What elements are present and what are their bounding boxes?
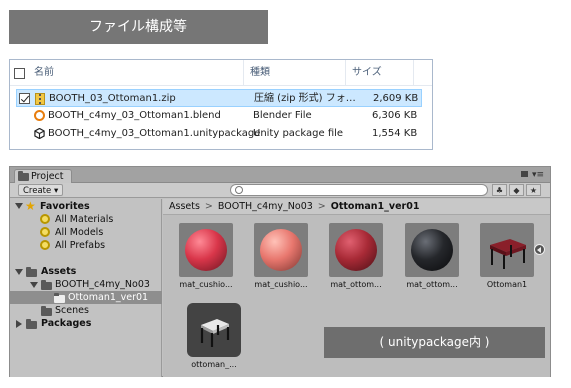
- tree-all-prefabs[interactable]: All Prefabs: [55, 239, 105, 252]
- tree-packages[interactable]: Packages: [41, 317, 91, 330]
- row-checkbox[interactable]: [19, 93, 30, 104]
- column-header-type[interactable]: 種類: [244, 60, 346, 86]
- search-icon: [235, 186, 243, 194]
- asset-thumbnail: [254, 223, 308, 277]
- lock-icon[interactable]: [521, 171, 528, 177]
- file-type: 圧縮 (zip 形式) フォ…: [254, 93, 356, 104]
- asset-material[interactable]: mat_cushio...: [175, 223, 237, 289]
- blender-icon: [34, 110, 45, 121]
- asset-label: mat_cushio...: [179, 280, 233, 289]
- expand-arrow-icon[interactable]: [15, 269, 23, 275]
- folder-tree: ★ Favorites All Materials All Models All…: [10, 199, 162, 377]
- window-menu-icon[interactable]: ▾≡: [532, 170, 544, 180]
- file-name: BOOTH_03_Ottoman1.zip: [49, 93, 176, 104]
- breadcrumb-separator: >: [317, 201, 326, 212]
- expand-prefab-icon[interactable]: [534, 244, 545, 255]
- material-sphere-icon: [185, 229, 227, 271]
- file-size: 2,609 KB: [373, 93, 419, 104]
- save-search-button[interactable]: ★: [526, 184, 541, 196]
- asset-material[interactable]: mat_ottom...: [325, 223, 387, 289]
- unitypackage-note: ( unitypackage内 ): [324, 327, 545, 358]
- breadcrumb-separator: >: [204, 201, 213, 212]
- asset-label: mat_ottom...: [406, 280, 458, 289]
- create-button[interactable]: Create ▾: [18, 184, 64, 196]
- column-header-size[interactable]: サイズ: [346, 60, 414, 86]
- tree-all-models[interactable]: All Models: [55, 226, 103, 239]
- tab-bar: Project ▾≡: [10, 167, 550, 183]
- file-name: BOOTH_c4my_03_Ottoman1.unitypackage: [48, 128, 261, 139]
- file-type: Blender File: [253, 110, 312, 121]
- column-header-row: 名前 種類 サイズ: [10, 60, 432, 86]
- tree-all-materials[interactable]: All Materials: [55, 213, 113, 226]
- breadcrumb-current[interactable]: Ottoman1_ver01: [331, 201, 420, 212]
- project-toolbar: Create ▾ ♣ ◆ ★: [10, 183, 550, 198]
- search-by-type-button[interactable]: ♣: [492, 184, 507, 196]
- tree-assets[interactable]: Assets: [41, 265, 76, 278]
- asset-thumbnail: [187, 303, 241, 357]
- asset-thumbnail: [405, 223, 459, 277]
- asset-label: mat_ottom...: [330, 280, 382, 289]
- file-row[interactable]: BOOTH_03_Ottoman1.zip 圧縮 (zip 形式) フォ… 2,…: [16, 89, 422, 107]
- search-folder-icon: [40, 214, 50, 224]
- column-header-name[interactable]: 名前: [28, 60, 244, 86]
- expand-arrow-icon[interactable]: [16, 320, 22, 328]
- asset-thumbnail: [329, 223, 383, 277]
- tree-booth-folder[interactable]: BOOTH_c4my_No03: [55, 278, 150, 291]
- section-title-banner: ファイル構成等: [9, 10, 268, 44]
- search-folder-icon: [40, 240, 50, 250]
- asset-label: mat_cushio...: [254, 280, 308, 289]
- ottoman-mesh-icon: [200, 319, 230, 347]
- folder-icon: [26, 319, 37, 329]
- tree-ottoman-folder[interactable]: Ottoman1_ver01: [68, 291, 148, 304]
- star-icon: ★: [25, 199, 36, 213]
- asset-label: ottoman_...: [191, 360, 237, 369]
- tree-scenes[interactable]: Scenes: [55, 304, 89, 317]
- zip-folder-icon: [35, 93, 45, 105]
- file-size: 6,306 KB: [372, 110, 418, 121]
- search-folder-icon: [40, 227, 50, 237]
- asset-prefab[interactable]: Ottoman1: [476, 223, 538, 289]
- file-name: BOOTH_c4my_03_Ottoman1.blend: [48, 110, 221, 121]
- asset-material[interactable]: mat_ottom...: [401, 223, 463, 289]
- folder-icon: [26, 267, 37, 277]
- tab-label: Project: [31, 171, 64, 182]
- asset-thumbnail: [480, 223, 534, 277]
- file-size: 1,554 KB: [372, 128, 418, 139]
- file-explorer-list: 名前 種類 サイズ BOOTH_03_Ottoman1.zip 圧縮 (zip …: [9, 59, 433, 150]
- expand-arrow-icon[interactable]: [15, 203, 23, 209]
- folder-icon: [41, 280, 52, 290]
- search-by-label-button[interactable]: ◆: [509, 184, 524, 196]
- folder-icon: [41, 306, 52, 316]
- file-type: Unity package file: [253, 128, 344, 139]
- select-all-checkbox[interactable]: [14, 68, 25, 79]
- asset-thumbnail: [179, 223, 233, 277]
- unity-icon: [34, 128, 45, 139]
- breadcrumb-assets[interactable]: Assets: [169, 201, 200, 212]
- tab-project[interactable]: Project: [14, 169, 72, 183]
- ottoman-model-icon: [490, 239, 526, 269]
- file-row[interactable]: BOOTH_c4my_03_Ottoman1.blend Blender Fil…: [16, 107, 422, 125]
- folder-icon: [18, 171, 29, 181]
- search-input[interactable]: [230, 184, 488, 196]
- breadcrumb: Assets > BOOTH_c4my_No03 > Ottoman1_ver01: [163, 199, 550, 215]
- tree-favorites[interactable]: Favorites: [40, 200, 90, 213]
- asset-model[interactable]: ottoman_...: [183, 303, 245, 369]
- material-sphere-icon: [411, 229, 453, 271]
- asset-material[interactable]: mat_cushio...: [250, 223, 312, 289]
- material-sphere-icon: [260, 229, 302, 271]
- expand-arrow-icon[interactable]: [30, 282, 38, 288]
- material-sphere-icon: [335, 229, 377, 271]
- file-row[interactable]: BOOTH_c4my_03_Ottoman1.unitypackage Unit…: [16, 125, 422, 143]
- folder-icon: [54, 293, 65, 303]
- breadcrumb-booth[interactable]: BOOTH_c4my_No03: [218, 201, 313, 212]
- asset-label: Ottoman1: [486, 280, 528, 289]
